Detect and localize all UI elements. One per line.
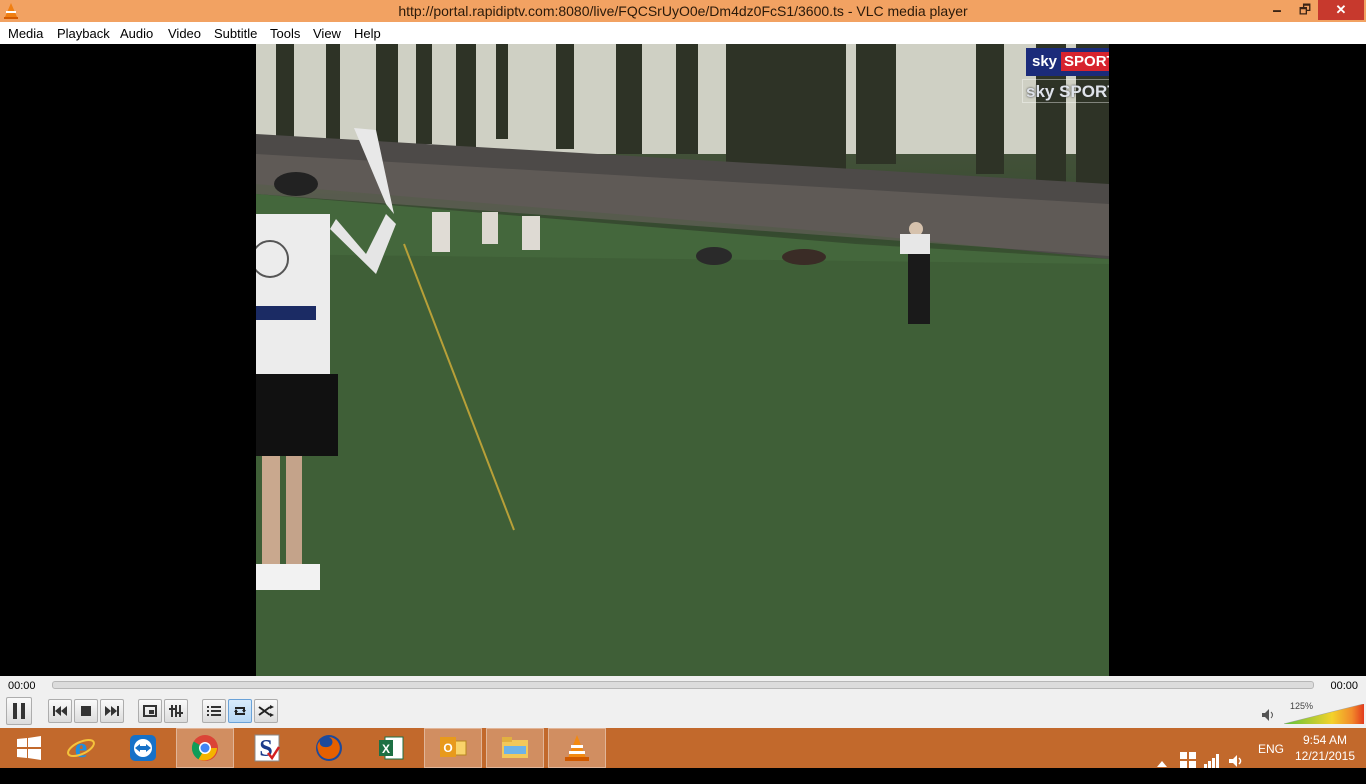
menu-media[interactable]: Media: [8, 26, 43, 41]
sky-sports-4-hd-badge: sky SPORTS 4 HD: [1022, 79, 1109, 103]
svg-text:e: e: [75, 733, 87, 763]
menu-video[interactable]: Video: [168, 26, 201, 41]
menu-tools[interactable]: Tools: [270, 26, 300, 41]
taskbar-excel[interactable]: X: [362, 728, 420, 768]
playback-controls: 125%: [0, 696, 1366, 728]
menu-subtitle[interactable]: Subtitle: [214, 26, 257, 41]
maximize-button[interactable]: 🗗: [1290, 0, 1320, 20]
taskbar: e S X O ENG 9:54 AM 12/21/2015: [0, 728, 1366, 768]
loop-button[interactable]: [228, 699, 252, 723]
taskbar-vlc[interactable]: [548, 728, 606, 768]
outlook-icon: O: [440, 737, 467, 757]
window-title: http://portal.rapidiptv.com:8080/live/FQ…: [398, 3, 968, 19]
taskbar-chrome[interactable]: [176, 728, 234, 768]
pause-button[interactable]: [6, 697, 32, 725]
shuffle-button[interactable]: [254, 699, 278, 723]
taskbar-teamviewer[interactable]: [114, 728, 172, 768]
taskbar-file-explorer[interactable]: [486, 728, 544, 768]
menu-bar: Media Playback Audio Video Subtitle Tool…: [0, 22, 1366, 44]
chrome-icon: [191, 735, 218, 761]
volume-slider[interactable]: [1284, 704, 1364, 724]
seek-slider[interactable]: [52, 681, 1314, 689]
previous-button[interactable]: [48, 699, 72, 723]
video-area[interactable]: skySPORTSHD sky SPORTS 4 HD: [0, 44, 1366, 676]
title-bar: http://portal.rapidiptv.com:8080/live/FQ…: [0, 0, 1366, 22]
windows-notification-icon[interactable]: [1180, 740, 1196, 780]
show-hidden-icons-icon[interactable]: [1157, 744, 1167, 784]
menu-audio[interactable]: Audio: [120, 26, 153, 41]
language-indicator[interactable]: ENG: [1258, 742, 1284, 782]
close-button[interactable]: ✕: [1318, 0, 1364, 20]
internet-explorer-icon: e: [67, 733, 95, 763]
playlist-icon: [207, 706, 221, 716]
loop-icon: [234, 707, 246, 715]
video-frame[interactable]: skySPORTSHD sky SPORTS 4 HD: [256, 44, 1109, 676]
start-button[interactable]: [0, 728, 58, 768]
windows-icon: [17, 736, 41, 760]
previous-icon: [53, 706, 67, 716]
menu-view[interactable]: View: [313, 26, 341, 41]
stop-button[interactable]: [74, 699, 98, 723]
teamviewer-icon: [130, 735, 156, 761]
fullscreen-icon: [143, 705, 157, 717]
taskbar-skype-for-business[interactable]: S: [238, 728, 296, 768]
stop-icon: [81, 706, 91, 716]
fullscreen-button[interactable]: [138, 699, 162, 723]
shuffle-icon: [258, 705, 274, 717]
volume-tray-icon[interactable]: [1229, 741, 1245, 781]
seek-row: 00:00 00:00: [0, 676, 1366, 696]
extended-settings-icon: [169, 705, 183, 717]
taskbar-outlook[interactable]: O: [424, 728, 482, 768]
channel-logo: skySPORTSHD sky SPORTS 4 HD: [1022, 48, 1109, 104]
clock-time: 9:54 AM: [1302, 733, 1348, 747]
taskbar-firefox[interactable]: [300, 728, 358, 768]
svg-text:X: X: [382, 742, 390, 756]
golf-scene: [256, 44, 1109, 676]
vlc-cone-icon: [565, 735, 589, 761]
taskbar-internet-explorer[interactable]: e: [52, 728, 110, 768]
speaker-icon[interactable]: [1262, 709, 1276, 721]
extended-settings-button[interactable]: [164, 699, 188, 723]
playlist-button[interactable]: [202, 699, 226, 723]
svg-text:O: O: [443, 741, 452, 755]
folder-icon: [502, 737, 528, 758]
pause-icon: [13, 703, 25, 719]
total-time: 00:00: [1330, 680, 1358, 692]
minimize-button[interactable]: 🗕: [1262, 0, 1292, 20]
clock-date: 12/21/2015: [1294, 749, 1356, 763]
next-button[interactable]: [100, 699, 124, 723]
next-icon: [105, 706, 119, 716]
network-signal-icon[interactable]: [1204, 741, 1220, 781]
menu-help[interactable]: Help: [354, 26, 381, 41]
skype-for-business-icon: S: [254, 734, 281, 762]
system-clock[interactable]: 9:54 AM 12/21/2015: [1290, 732, 1360, 764]
menu-playback[interactable]: Playback: [57, 26, 110, 41]
sky-sports-hd-badge: skySPORTSHD: [1026, 48, 1109, 76]
firefox-icon: [316, 735, 342, 761]
elapsed-time: 00:00: [8, 680, 36, 692]
excel-icon: X: [379, 736, 404, 760]
